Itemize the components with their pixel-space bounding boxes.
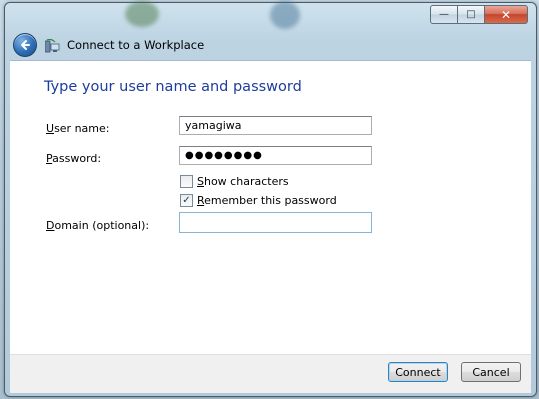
close-icon: ✕ [500, 7, 512, 22]
checkmark-icon: ✓ [182, 194, 191, 206]
blurred-desktop-icon [270, 1, 300, 29]
maximize-button[interactable]: □ [457, 5, 485, 24]
domain-label-text: omain (optional): [54, 219, 150, 232]
back-button[interactable] [13, 33, 37, 57]
show-characters-label[interactable]: Show characters [197, 175, 289, 188]
remember-password-checkbox[interactable]: ✓ [180, 194, 193, 207]
username-label: User name: [46, 122, 109, 135]
domain-label: Domain (optional): [46, 219, 149, 232]
show-characters-label-text: how characters [203, 175, 289, 188]
minimize-icon: — [439, 9, 449, 20]
domain-input[interactable] [179, 212, 372, 233]
show-characters-checkbox-row[interactable]: Show characters [180, 175, 289, 188]
remember-password-label-text: emember this password [204, 194, 337, 207]
dialog-content: Type your user name and password User na… [10, 60, 531, 355]
username-label-text: ser name: [54, 122, 110, 135]
cancel-button[interactable]: Cancel [461, 362, 521, 382]
back-arrow-icon [21, 40, 30, 50]
page-heading: Type your user name and password [44, 79, 302, 95]
remember-password-checkbox-row[interactable]: ✓ Remember this password [180, 194, 337, 207]
show-characters-checkbox[interactable] [180, 175, 193, 188]
blurred-desktop-icon [125, 1, 159, 27]
username-accel-key: U [46, 122, 55, 135]
show-characters-accel-key: S [197, 175, 204, 188]
dialog-window: — □ ✕ Connect to a Workplace Type your u… [4, 1, 537, 397]
password-input[interactable]: ●●●●●●●● [179, 146, 372, 165]
remember-password-label[interactable]: Remember this password [197, 194, 337, 207]
network-connection-icon [44, 38, 61, 53]
window-controls: — □ ✕ [430, 5, 528, 24]
dialog-footer: Connect Cancel [10, 354, 531, 393]
close-button[interactable]: ✕ [484, 5, 528, 24]
password-label-text: assword: [52, 152, 102, 165]
connect-button[interactable]: Connect [388, 362, 448, 382]
minimize-button[interactable]: — [430, 5, 458, 24]
password-label: Password: [46, 152, 101, 165]
username-input[interactable]: yamagiwa [179, 116, 372, 135]
window-title: Connect to a Workplace [67, 38, 205, 52]
navigation-bar: Connect to a Workplace [13, 31, 204, 59]
maximize-icon: □ [466, 9, 476, 20]
